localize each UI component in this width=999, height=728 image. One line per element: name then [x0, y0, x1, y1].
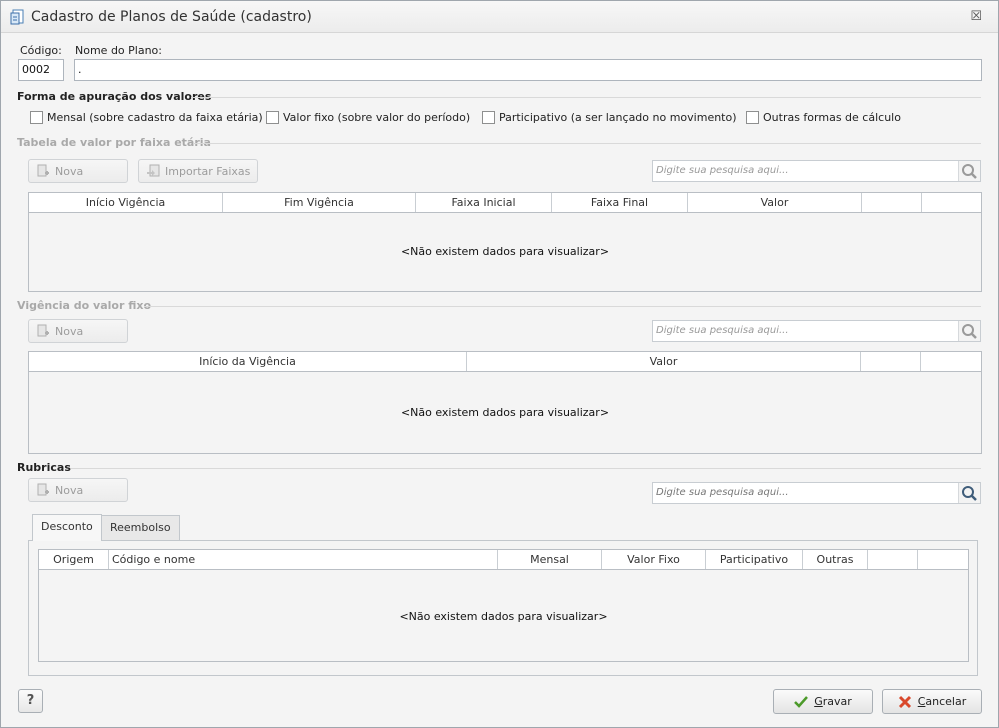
- search-button[interactable]: [958, 321, 980, 341]
- section-divider: [71, 468, 981, 469]
- col-extra-2[interactable]: [921, 352, 981, 371]
- col-valor[interactable]: Valor: [688, 193, 862, 212]
- outras-formas-label: Outras formas de cálculo: [763, 111, 901, 124]
- section-divider: [144, 306, 981, 307]
- col-extra-1[interactable]: [868, 550, 918, 569]
- new-document-icon: [37, 483, 49, 496]
- vigencia-search-input[interactable]: Digite sua pesquisa aqui...: [652, 320, 981, 342]
- nome-plano-input[interactable]: .: [74, 59, 982, 81]
- rubricas-title: Rubricas: [17, 461, 71, 474]
- rubricas-search-input[interactable]: Digite sua pesquisa aqui...: [652, 482, 981, 504]
- empty-message: <Não existem dados para visualizar>: [400, 406, 610, 419]
- col-valor[interactable]: Valor: [467, 352, 861, 371]
- tab-reembolso[interactable]: Reembolso: [101, 515, 180, 541]
- nova-label: Nova: [55, 164, 84, 178]
- participativo-checkbox[interactable]: Participativo (a ser lançado no moviment…: [482, 111, 737, 124]
- search-icon: [962, 324, 977, 339]
- col-extra-1[interactable]: [862, 193, 922, 212]
- codigo-input[interactable]: 0002: [18, 59, 64, 81]
- table-header: Início da Vigência Valor: [29, 352, 981, 372]
- checkbox-box[interactable]: [30, 111, 43, 124]
- table-header: Origem Código e nome Mensal Valor Fixo P…: [39, 550, 968, 570]
- col-outras[interactable]: Outras: [803, 550, 868, 569]
- nova-vigencia-button[interactable]: Nova: [28, 319, 128, 343]
- col-extra-2[interactable]: [918, 550, 968, 569]
- section-divider: [191, 97, 981, 98]
- col-valor-fixo[interactable]: Valor Fixo: [602, 550, 706, 569]
- valor-fixo-checkbox[interactable]: Valor fixo (sobre valor do período): [266, 111, 470, 124]
- checkbox-box[interactable]: [266, 111, 279, 124]
- empty-message: <Não existem dados para visualizar>: [399, 610, 608, 623]
- nova-rubrica-button[interactable]: Nova: [28, 478, 128, 502]
- search-placeholder: Digite sua pesquisa aqui...: [656, 165, 789, 176]
- faixa-search-input[interactable]: Digite sua pesquisa aqui...: [652, 160, 981, 182]
- participativo-label: Participativo (a ser lançado no moviment…: [499, 111, 737, 124]
- search-icon: [962, 486, 977, 501]
- search-placeholder: Digite sua pesquisa aqui...: [656, 487, 789, 498]
- mensal-label: Mensal (sobre cadastro da faixa etária): [47, 111, 263, 124]
- table-header: Início Vigência Fim Vigência Faixa Inici…: [29, 193, 981, 213]
- mensal-checkbox[interactable]: Mensal (sobre cadastro da faixa etária): [30, 111, 263, 124]
- empty-message: <Não existem dados para visualizar>: [400, 245, 610, 258]
- gravar-label-rest: ravar: [822, 695, 852, 708]
- vigencia-valor-fixo-title: Vigência do valor fixo: [17, 299, 152, 312]
- cancelar-label-rest: ancelar: [925, 695, 967, 708]
- checkmark-icon: [794, 695, 809, 708]
- gravar-button[interactable]: Gravar: [773, 689, 873, 714]
- col-participativo[interactable]: Participativo: [706, 550, 803, 569]
- col-extra-1[interactable]: [861, 352, 921, 371]
- title-bar: Cadastro de Planos de Saúde (cadastro) ☒: [1, 1, 998, 33]
- outras-formas-checkbox[interactable]: Outras formas de cálculo: [746, 111, 901, 124]
- codigo-label: Código:: [20, 44, 62, 57]
- gravar-mnemonic: G: [814, 695, 823, 708]
- new-document-icon: [37, 164, 49, 177]
- section-divider: [193, 143, 981, 144]
- document-app-icon: [10, 9, 24, 25]
- col-fim-vigencia[interactable]: Fim Vigência: [223, 193, 416, 212]
- checkbox-box[interactable]: [746, 111, 759, 124]
- nova-faixa-button[interactable]: Nova: [28, 159, 128, 183]
- nova-label: Nova: [55, 324, 84, 338]
- col-faixa-final[interactable]: Faixa Final: [552, 193, 688, 212]
- close-icon[interactable]: ☒: [970, 9, 982, 24]
- col-codigo-e-nome[interactable]: Código e nome: [109, 550, 498, 569]
- cancelar-button[interactable]: Cancelar: [882, 689, 982, 714]
- cancel-x-icon: [898, 695, 911, 708]
- help-button[interactable]: ?: [18, 689, 43, 713]
- dialog-window: Cadastro de Planos de Saúde (cadastro) ☒…: [0, 0, 999, 728]
- import-icon: [147, 164, 160, 177]
- nome-label: Nome do Plano:: [75, 44, 162, 57]
- forma-apuracao-title: Forma de apuração dos valores: [17, 90, 212, 103]
- faixa-table: Início Vigência Fim Vigência Faixa Inici…: [28, 192, 982, 292]
- col-extra-2[interactable]: [922, 193, 981, 212]
- col-origem[interactable]: Origem: [39, 550, 109, 569]
- search-placeholder: Digite sua pesquisa aqui...: [656, 325, 789, 336]
- vigencia-table: Início da Vigência Valor <Não existem da…: [28, 351, 982, 454]
- new-document-icon: [37, 324, 49, 337]
- rubricas-table: Origem Código e nome Mensal Valor Fixo P…: [38, 549, 969, 662]
- col-inicio-vigencia[interactable]: Início Vigência: [29, 193, 223, 212]
- search-button[interactable]: [958, 161, 980, 181]
- search-icon: [962, 164, 977, 179]
- window-title: Cadastro de Planos de Saúde (cadastro): [31, 9, 312, 25]
- cancelar-label: Cancelar: [918, 695, 967, 708]
- tab-desconto[interactable]: Desconto: [32, 514, 102, 541]
- checkbox-box[interactable]: [482, 111, 495, 124]
- valor-fixo-label: Valor fixo (sobre valor do período): [283, 111, 471, 124]
- faixa-etaria-title: Tabela de valor por faixa etária: [17, 136, 211, 149]
- nova-label: Nova: [55, 483, 84, 497]
- col-inicio-da-vigencia[interactable]: Início da Vigência: [29, 352, 467, 371]
- importar-faixas-button[interactable]: Importar Faixas: [138, 159, 258, 183]
- col-mensal[interactable]: Mensal: [498, 550, 602, 569]
- importar-faixas-label: Importar Faixas: [165, 164, 251, 178]
- gravar-label: Gravar: [814, 695, 852, 708]
- col-faixa-inicial[interactable]: Faixa Inicial: [416, 193, 552, 212]
- search-button[interactable]: [958, 483, 980, 503]
